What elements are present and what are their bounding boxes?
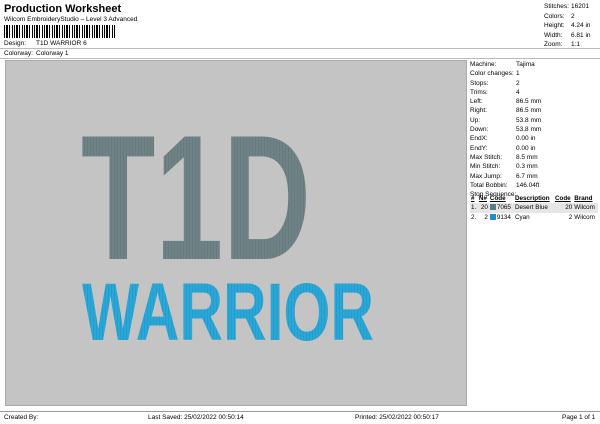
design-line-warrior: WARRIOR — [82, 267, 374, 358]
colorway-value: Colorway 1 — [36, 50, 69, 57]
design-label: Design: — [4, 40, 27, 47]
colorway-row: Colorway: Colorway 1 — [4, 50, 69, 57]
stop-sequence-table: # N# Code Description Code Brand 1. 20 7… — [470, 194, 598, 222]
page-number: Page 1 of 1 — [562, 414, 596, 421]
design-row: Design: T1D WARRIOR 6 — [4, 40, 87, 47]
design-value: T1D WARRIOR 6 — [36, 40, 87, 47]
stat-row: Height: 4.24 in — [544, 22, 591, 29]
barcode — [4, 25, 116, 38]
table-row: 1. 20 7065 Desert Blue 20 Wilcom — [470, 203, 598, 213]
stat-row: Stitches: 16201 — [544, 3, 590, 10]
stat-row: Width: 6.81 in — [544, 31, 591, 39]
machine-properties: Machine: Tajima Color changes: 1 Stops: 2 T… — [470, 60, 598, 199]
printed-date: Printed: 25/02/2022 00:50:17 — [355, 414, 439, 421]
created-by: Created By: — [4, 414, 39, 421]
stop-sequence-header: # N# Code Description Code Brand — [471, 195, 593, 202]
header-divider — [0, 48, 600, 49]
color-swatch — [489, 204, 496, 211]
stat-row: Colors: 2 — [544, 12, 575, 20]
stat-row: Zoom: 1:1 — [544, 41, 581, 48]
table-row: 2. 2 9134 Cyan 2 Wilcom — [471, 213, 595, 221]
footer: Created By: Last Saved: 25/02/2022 00:50… — [0, 411, 600, 424]
worksheet-title: Production Worksheet — [4, 3, 122, 15]
header-divider-bottom — [0, 58, 600, 59]
embroidery-design: T1D WARRIOR — [81, 98, 374, 358]
colorway-label: Colorway: — [4, 50, 33, 57]
design-canvas: T1D WARRIOR — [5, 60, 467, 406]
design-stats: Stitches: 16201 Colors: 2 Height: 4.24 in W… — [544, 2, 600, 50]
color-swatch — [489, 213, 496, 220]
last-saved: Last Saved: 25/02/2022 00:50:14 — [148, 414, 244, 421]
software-subtitle: Wilcom EmbroideryStudio – Level 3 Advanc… — [4, 16, 138, 23]
